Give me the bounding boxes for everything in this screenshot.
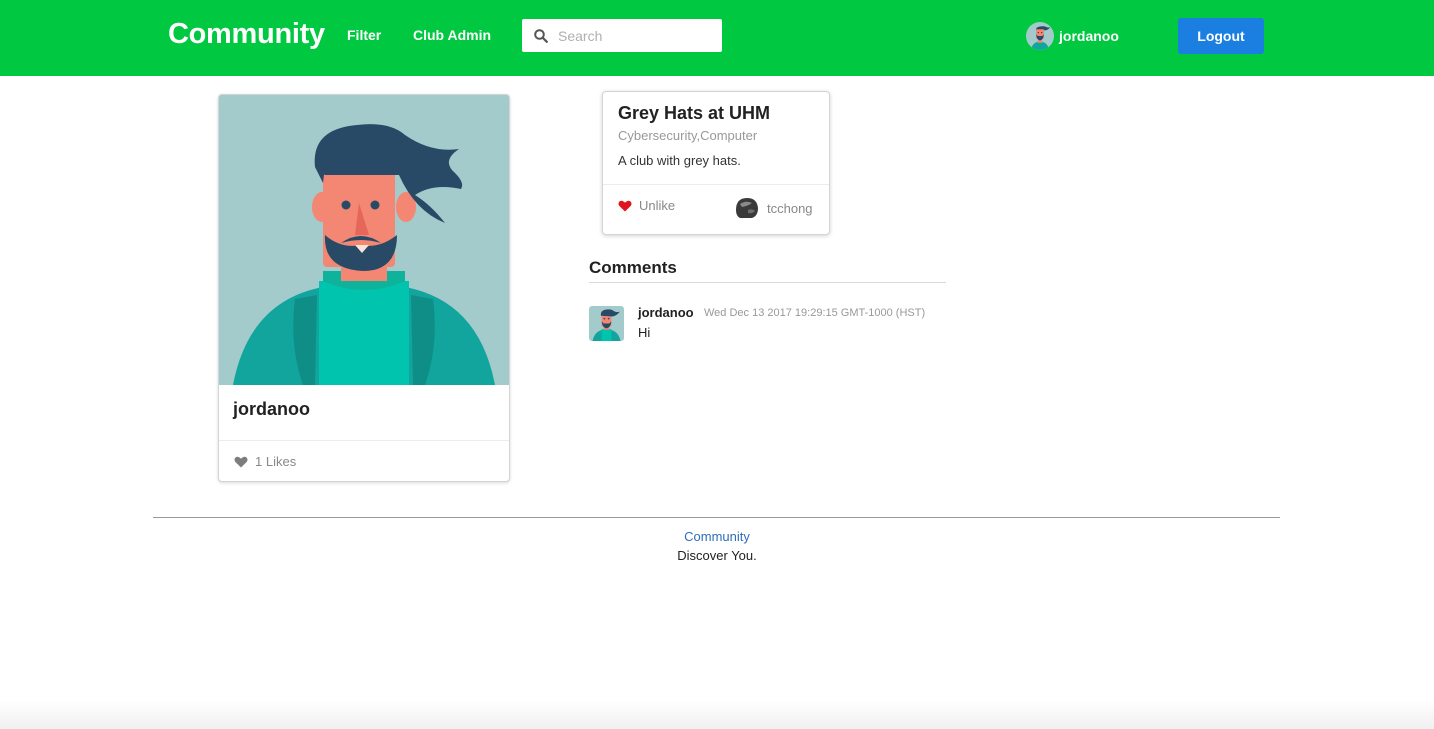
club-title: Grey Hats at UHM [618, 103, 771, 123]
search-input[interactable] [558, 19, 718, 52]
comment-avatar-icon [589, 306, 624, 341]
club-divider [603, 184, 829, 185]
brand-logo-link[interactable]: Community [168, 18, 325, 51]
club-owner-link[interactable]: tcchong [734, 196, 813, 220]
user-menu[interactable]: jordanoo [1026, 22, 1119, 50]
profile-card: jordanoo 1 Likes [218, 94, 510, 482]
comments-heading: Comments [589, 258, 677, 277]
comment-item: jordanoo Wed Dec 13 2017 19:29:15 GMT-10… [589, 305, 949, 345]
likes-count: 1 Likes [255, 454, 297, 469]
user-avatar-icon [1026, 22, 1054, 50]
comment-author[interactable]: jordanoo [638, 305, 694, 320]
club-description: A club with grey hats. [618, 153, 741, 168]
unlike-label: Unlike [639, 198, 676, 213]
unlike-button[interactable]: Unlike [618, 198, 675, 213]
profile-name: jordanoo [233, 399, 310, 419]
heart-icon [618, 200, 632, 211]
footer-tagline: Discover You. [677, 548, 757, 563]
club-card: Grey Hats at UHM Cybersecurity,Computer … [602, 91, 830, 235]
owner-avatar-icon [735, 196, 759, 220]
profile-avatar-image [219, 95, 509, 385]
comments-divider [589, 282, 946, 283]
footer-divider [153, 517, 1280, 518]
profile-likes: 1 Likes [234, 454, 296, 469]
club-owner-name: tcchong [767, 200, 813, 216]
profile-divider [219, 440, 509, 441]
footer-community-link[interactable]: Community [0, 529, 1434, 544]
comment-text: Hi [638, 325, 651, 340]
bottom-shadow [0, 700, 1434, 729]
search-box[interactable] [522, 19, 722, 52]
comment-date: Wed Dec 13 2017 19:29:15 GMT-1000 (HST) [704, 307, 926, 319]
user-name-label: jordanoo [1059, 28, 1119, 44]
nav-filter-link[interactable]: Filter [347, 27, 381, 43]
top-nav-bar: Community Filter Club Admin jordanoo Log… [0, 0, 1434, 76]
club-categories: Cybersecurity,Computer [618, 128, 758, 143]
search-icon [534, 29, 548, 43]
logout-button[interactable]: Logout [1178, 18, 1264, 54]
nav-club-admin-link[interactable]: Club Admin [413, 27, 491, 43]
heart-icon [234, 456, 248, 467]
